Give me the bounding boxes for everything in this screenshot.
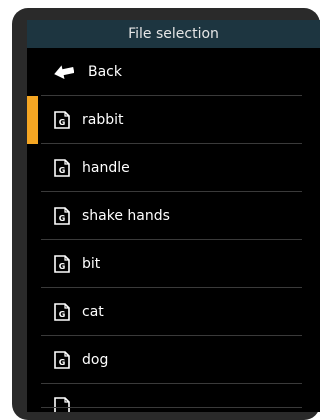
g-file-icon: G <box>54 255 70 273</box>
file-item-label: rabbit <box>82 112 124 128</box>
title-bar: File selection <box>27 20 320 48</box>
svg-text:G: G <box>59 214 66 223</box>
file-item-bit[interactable]: G bit <box>27 240 320 288</box>
file-item-handle[interactable]: G handle <box>27 144 320 192</box>
back-arrow-icon <box>54 65 74 79</box>
file-item-rabbit[interactable]: G rabbit <box>27 96 320 144</box>
g-file-icon: G <box>54 207 70 225</box>
g-file-icon: G <box>54 159 70 177</box>
file-item-shake-hands[interactable]: G shake hands <box>27 192 320 240</box>
svg-text:G: G <box>59 262 66 271</box>
back-label: Back <box>88 64 122 80</box>
g-file-icon: G <box>54 111 70 129</box>
file-item-label: cat <box>82 304 104 320</box>
svg-text:G: G <box>59 166 66 175</box>
g-file-icon <box>54 397 70 412</box>
svg-text:G: G <box>59 358 66 367</box>
screen: File selection Back G rabbit G handle G … <box>27 20 320 412</box>
g-file-icon: G <box>54 351 70 369</box>
file-item-label: handle <box>82 160 130 176</box>
file-item-dog[interactable]: G dog <box>27 336 320 384</box>
file-item-label: shake hands <box>82 208 170 224</box>
selected-indicator <box>27 96 38 144</box>
svg-text:G: G <box>59 310 66 319</box>
g-file-icon: G <box>54 303 70 321</box>
back-button[interactable]: Back <box>27 48 320 96</box>
file-item-label: bit <box>82 256 101 272</box>
file-item-label: dog <box>82 352 109 368</box>
file-item-partial[interactable] <box>27 384 320 412</box>
file-item-cat[interactable]: G cat <box>27 288 320 336</box>
page-title: File selection <box>128 26 219 42</box>
svg-text:G: G <box>59 118 66 127</box>
